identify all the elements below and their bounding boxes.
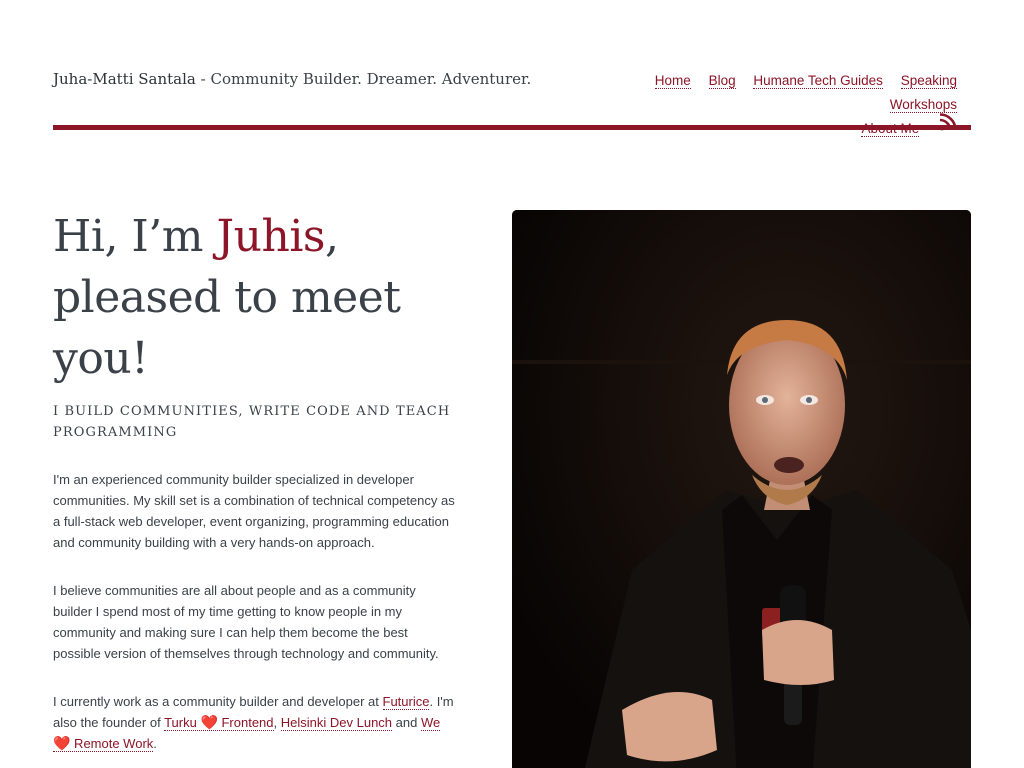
site-title-separator: - [195, 70, 211, 88]
we-remote-work-text-b: Remote Work [70, 736, 154, 751]
nav-blog-link[interactable]: Blog [708, 73, 736, 89]
profile-photo [512, 210, 971, 768]
hero-line1-suffix: , [324, 211, 339, 262]
we-remote-work-text-a: We [420, 715, 441, 730]
futurice-link[interactable]: Futurice [382, 694, 430, 710]
header-divider [53, 125, 971, 130]
site-tagline: Community Builder. Dreamer. Adventurer. [210, 70, 532, 88]
hero-line2: pleased to meet [53, 272, 401, 323]
hero-name-accent: Juhis [216, 211, 326, 262]
helsinki-dev-lunch-link[interactable]: Helsinki Dev Lunch [280, 715, 393, 731]
hero-subtitle: I build communities, write code and teac… [53, 404, 451, 440]
bio-section: I'm an experienced community builder spe… [53, 469, 458, 768]
heart-icon: ❤️ [53, 735, 71, 751]
nav-speaking-link[interactable]: Speaking [900, 73, 957, 89]
heart-icon: ❤️ [200, 714, 218, 730]
bio-paragraph-2: I believe communities are all about peop… [53, 583, 439, 661]
profile-photo-illustration [512, 210, 971, 768]
hero-line3: you! [53, 333, 149, 384]
nav-humane-tech-guides-link[interactable]: Humane Tech Guides [753, 73, 883, 89]
turku-frontend-link[interactable]: Turku ❤️ Frontend [164, 714, 274, 731]
bio-paragraph-3: I currently work as a community builder … [53, 691, 458, 754]
site-title[interactable]: Juha-Matti Santala - Community Builder. … [53, 70, 531, 88]
bio-p3-text-a: I currently work as a community builder … [53, 694, 383, 709]
bio-p3-text-d: and [392, 715, 421, 730]
site-header: Juha-Matti Santala - Community Builder. … [53, 0, 971, 137]
bio-p3-text-c: , [273, 715, 281, 730]
nav-workshops-link[interactable]: Workshops [889, 97, 957, 113]
bio-p3-text-e: . [153, 736, 157, 751]
bio-paragraph-1: I'm an experienced community builder spe… [53, 472, 455, 550]
turku-frontend-text-a: Turku [164, 715, 201, 730]
nav-home-link[interactable]: Home [654, 73, 691, 89]
main-nav: Home Blog Humane Tech Guides Speaking Wo… [557, 69, 957, 141]
hero-heading-section: Hi, I’m Juhis, pleased to meet you! [53, 206, 463, 389]
hero-heading: Hi, I’m Juhis, pleased to meet you! [53, 206, 463, 389]
turku-frontend-text-b: Frontend [217, 715, 274, 730]
hero-line1-prefix: Hi, I’m [53, 211, 217, 262]
site-name[interactable]: Juha-Matti Santala [53, 70, 196, 88]
